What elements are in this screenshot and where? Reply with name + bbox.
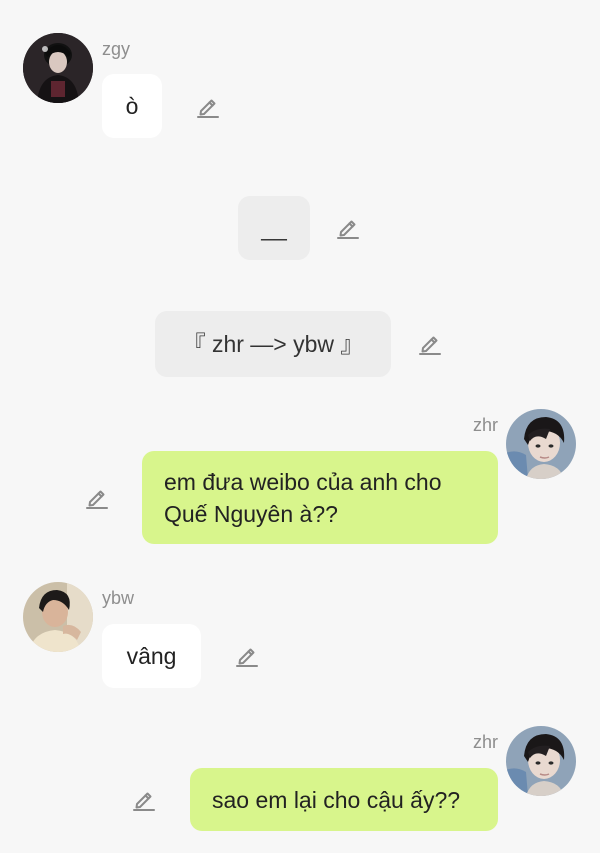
pencil-edit-icon[interactable] [84,485,110,511]
message-bubble-outgoing[interactable]: sao em lại cho cậu ấy?? [190,768,498,831]
message-text: em đưa weibo của anh cho Quế Nguyên à?? [164,468,442,527]
sender-name: zgy [102,39,131,59]
message-bubble-incoming[interactable]: vâng [102,624,201,688]
avatar-ybw[interactable] [23,582,93,652]
avatar-zhr[interactable] [506,726,576,796]
message-bubble-outgoing[interactable]: em đưa weibo của anh cho Quế Nguyên à?? [142,451,498,544]
message-text: ò [125,93,139,119]
pencil-edit-icon[interactable] [131,787,157,813]
pencil-edit-icon[interactable] [195,94,221,120]
message-text: vâng [126,643,177,669]
message-text: 『 zhr —> ybw 』 [182,331,364,357]
avatar-zhr[interactable] [506,409,576,479]
pencil-edit-icon[interactable] [417,331,443,357]
pencil-edit-icon[interactable] [335,215,361,241]
message-text: sao em lại cho cậu ấy?? [212,786,461,813]
sender-name: zhr [472,732,498,752]
message-bubble-incoming[interactable]: ò [102,74,162,138]
narration-bubble[interactable]: 『 zhr —> ybw 』 [155,311,391,377]
sender-name: zhr [472,415,498,435]
narration-bubble[interactable]: __ [238,196,310,260]
message-text: __ [261,215,287,241]
pencil-edit-icon[interactable] [234,643,260,669]
sender-name: ybw [102,588,135,608]
avatar-zgy[interactable] [23,33,93,103]
